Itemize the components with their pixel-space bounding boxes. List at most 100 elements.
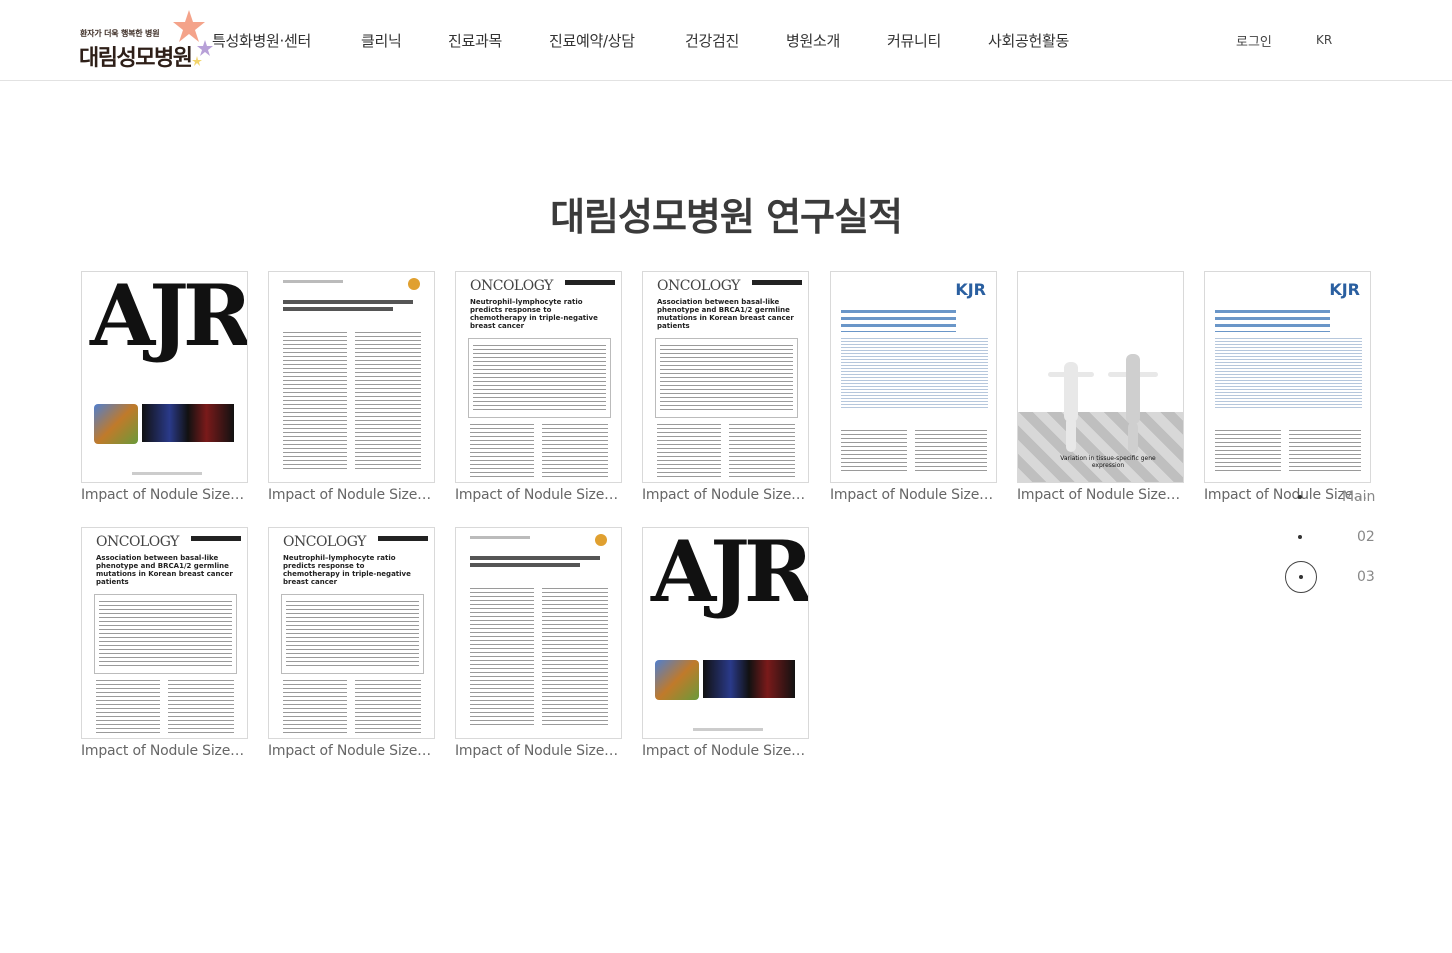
oncology-logo: ONCOLOGY [470,278,553,294]
oncology-logo: ONCOLOGY [283,534,366,550]
journal-cover-oncology: ONCOLOGY Association between basal-like … [81,527,248,739]
abstract-text [286,601,419,667]
journal-cover-ajr: AJR [642,527,809,739]
abstract-box [281,594,424,674]
cover-figure [1128,422,1138,454]
cover-bottom-panel [82,386,247,482]
cover-title-line [283,300,413,304]
publication-title: Impact of Nodule Size on Malignancy Risk… [642,487,809,503]
kjr-logo: KJR [955,280,986,299]
publication-title: Impact of Nodule Size on Malignancy Risk… [268,487,435,503]
text-column [283,332,347,472]
nav-specialty-centers[interactable]: 특성화병원·센터 [212,30,311,51]
cover-title-lines [841,310,956,332]
text-column [96,680,160,734]
nav-social-contribution[interactable]: 사회공헌활동 [988,30,1069,51]
journal-cover-oncology: ONCOLOGY Neutrophil–lymphocyte ratio pre… [268,527,435,739]
text-column [283,680,347,734]
cover-article-title: Neutrophil–lymphocyte ratio predicts res… [283,554,411,586]
cover-title-line [283,307,393,311]
publication-title: Impact of Nodule Size on Malignancy Risk… [81,743,248,759]
abstract-text [99,601,232,667]
logo-name: 대림성모병원 [79,46,193,71]
publication-card[interactable]: ONCOLOGY Neutrophil–lymphocyte ratio pre… [268,527,435,759]
nav-health-checkup[interactable]: 건강검진 [685,30,739,51]
pager-dot-02[interactable] [1298,535,1302,539]
publication-card[interactable]: AJR Impact of Nodule Size on Malignancy … [642,527,809,759]
cover-image [142,404,234,442]
cover-article-title: Association between basal-like phenotype… [657,298,794,330]
journal-cover-oncology: ONCOLOGY Association between basal-like … [642,271,809,483]
nav-departments[interactable]: 진료과목 [448,30,502,51]
publication-title: Impact of Nodule Size on Malignancy Risk… [1017,487,1184,503]
journal-cover-oncology: ONCOLOGY Neutrophil–lymphocyte ratio pre… [455,271,622,483]
cover-caption: Variation in tissue-specific gene expres… [1060,455,1156,469]
journal-cover-kjr: KJR [830,271,997,483]
cover-image [655,660,699,700]
journal-cover-ajr: AJR [81,271,248,483]
publication-card[interactable]: KJR Impact of Nodule Size on Malignancy … [1204,271,1371,503]
text-column [168,680,234,734]
cover-tag [752,280,802,285]
cover-article-title: Association between basal-like phenotype… [96,554,233,586]
hospital-logo[interactable]: 환자가 더욱 행복한 병원 대림성모병원 [79,10,214,71]
journal-cover-nature-genetics: nature genetics Variation in tissue-spec… [1017,271,1184,483]
oncology-logo: ONCOLOGY [657,278,740,294]
pager-active-indicator[interactable] [1285,561,1317,593]
cover-figure [1126,354,1140,424]
pager-item-main[interactable]: Main [1342,489,1375,505]
text-column [355,332,421,472]
login-link[interactable]: 로그인 [1236,31,1272,50]
kjr-logo: KJR [1329,280,1360,299]
publication-card[interactable]: ONCOLOGY Neutrophil–lymphocyte ratio pre… [455,271,622,503]
nav-about[interactable]: 병원소개 [786,30,840,51]
publication-card[interactable]: KJR Impact of Nodule Size on Malignancy … [830,271,997,503]
cover-floor [1018,412,1183,482]
abstract-text [1215,338,1362,408]
cover-header [283,280,343,283]
pager-item-03[interactable]: 03 [1357,569,1375,585]
publication-title: Impact of Nodule Size on Malignancy Risk… [81,487,248,503]
publication-title: Impact of Nodule Size on Malignancy Risk… [268,743,435,759]
nav-community[interactable]: 커뮤니티 [887,30,941,51]
publication-card[interactable]: ONCOLOGY Association between basal-like … [642,271,809,503]
cover-header [470,536,530,539]
publication-title: Impact of Nodule Size on Malignancy Risk… [455,487,622,503]
text-column [542,588,608,728]
abstract-box [655,338,798,418]
publication-card[interactable]: Impact of Nodule Size on Malignancy Risk… [455,527,622,759]
text-column [355,680,421,734]
pager-item-02[interactable]: 02 [1357,529,1375,545]
nav-reservation[interactable]: 진료예약/상담 [549,30,635,51]
cover-title-line [470,556,600,560]
cover-footer [693,728,763,731]
publication-card[interactable]: ONCOLOGY Association between basal-like … [81,527,248,759]
cover-title-lines [1215,310,1330,332]
abstract-text [660,345,793,411]
cover-tag [378,536,428,541]
journal-cover-paper [455,527,622,739]
publication-card[interactable]: Impact of Nodule Size on Malignancy Risk… [268,271,435,503]
text-column [841,430,907,474]
journal-emblem-icon [595,534,607,546]
publication-card[interactable]: AJR Impact of Nodule Size on Malignancy … [81,271,248,503]
cover-footer [132,472,202,475]
journal-cover-kjr: KJR [1204,271,1371,483]
cover-title-line [470,563,580,567]
text-column [470,424,534,478]
pager-dot-main[interactable] [1298,495,1302,499]
text-column [729,424,795,478]
publication-card[interactable]: nature genetics Variation in tissue-spec… [1017,271,1184,503]
language-selector[interactable]: KR [1316,33,1332,47]
text-column [1289,430,1361,474]
text-column [657,424,721,478]
cover-figure [1064,362,1078,422]
ajr-logo: AJR [90,271,247,365]
cover-article-title: Neutrophil–lymphocyte ratio predicts res… [470,298,598,330]
cover-bottom-panel [643,642,808,738]
nav-clinic[interactable]: 클리닉 [361,30,402,51]
abstract-text [841,338,988,408]
page-title: 대림성모병원 연구실적 [550,195,903,239]
text-column [542,424,608,478]
text-column [915,430,987,474]
